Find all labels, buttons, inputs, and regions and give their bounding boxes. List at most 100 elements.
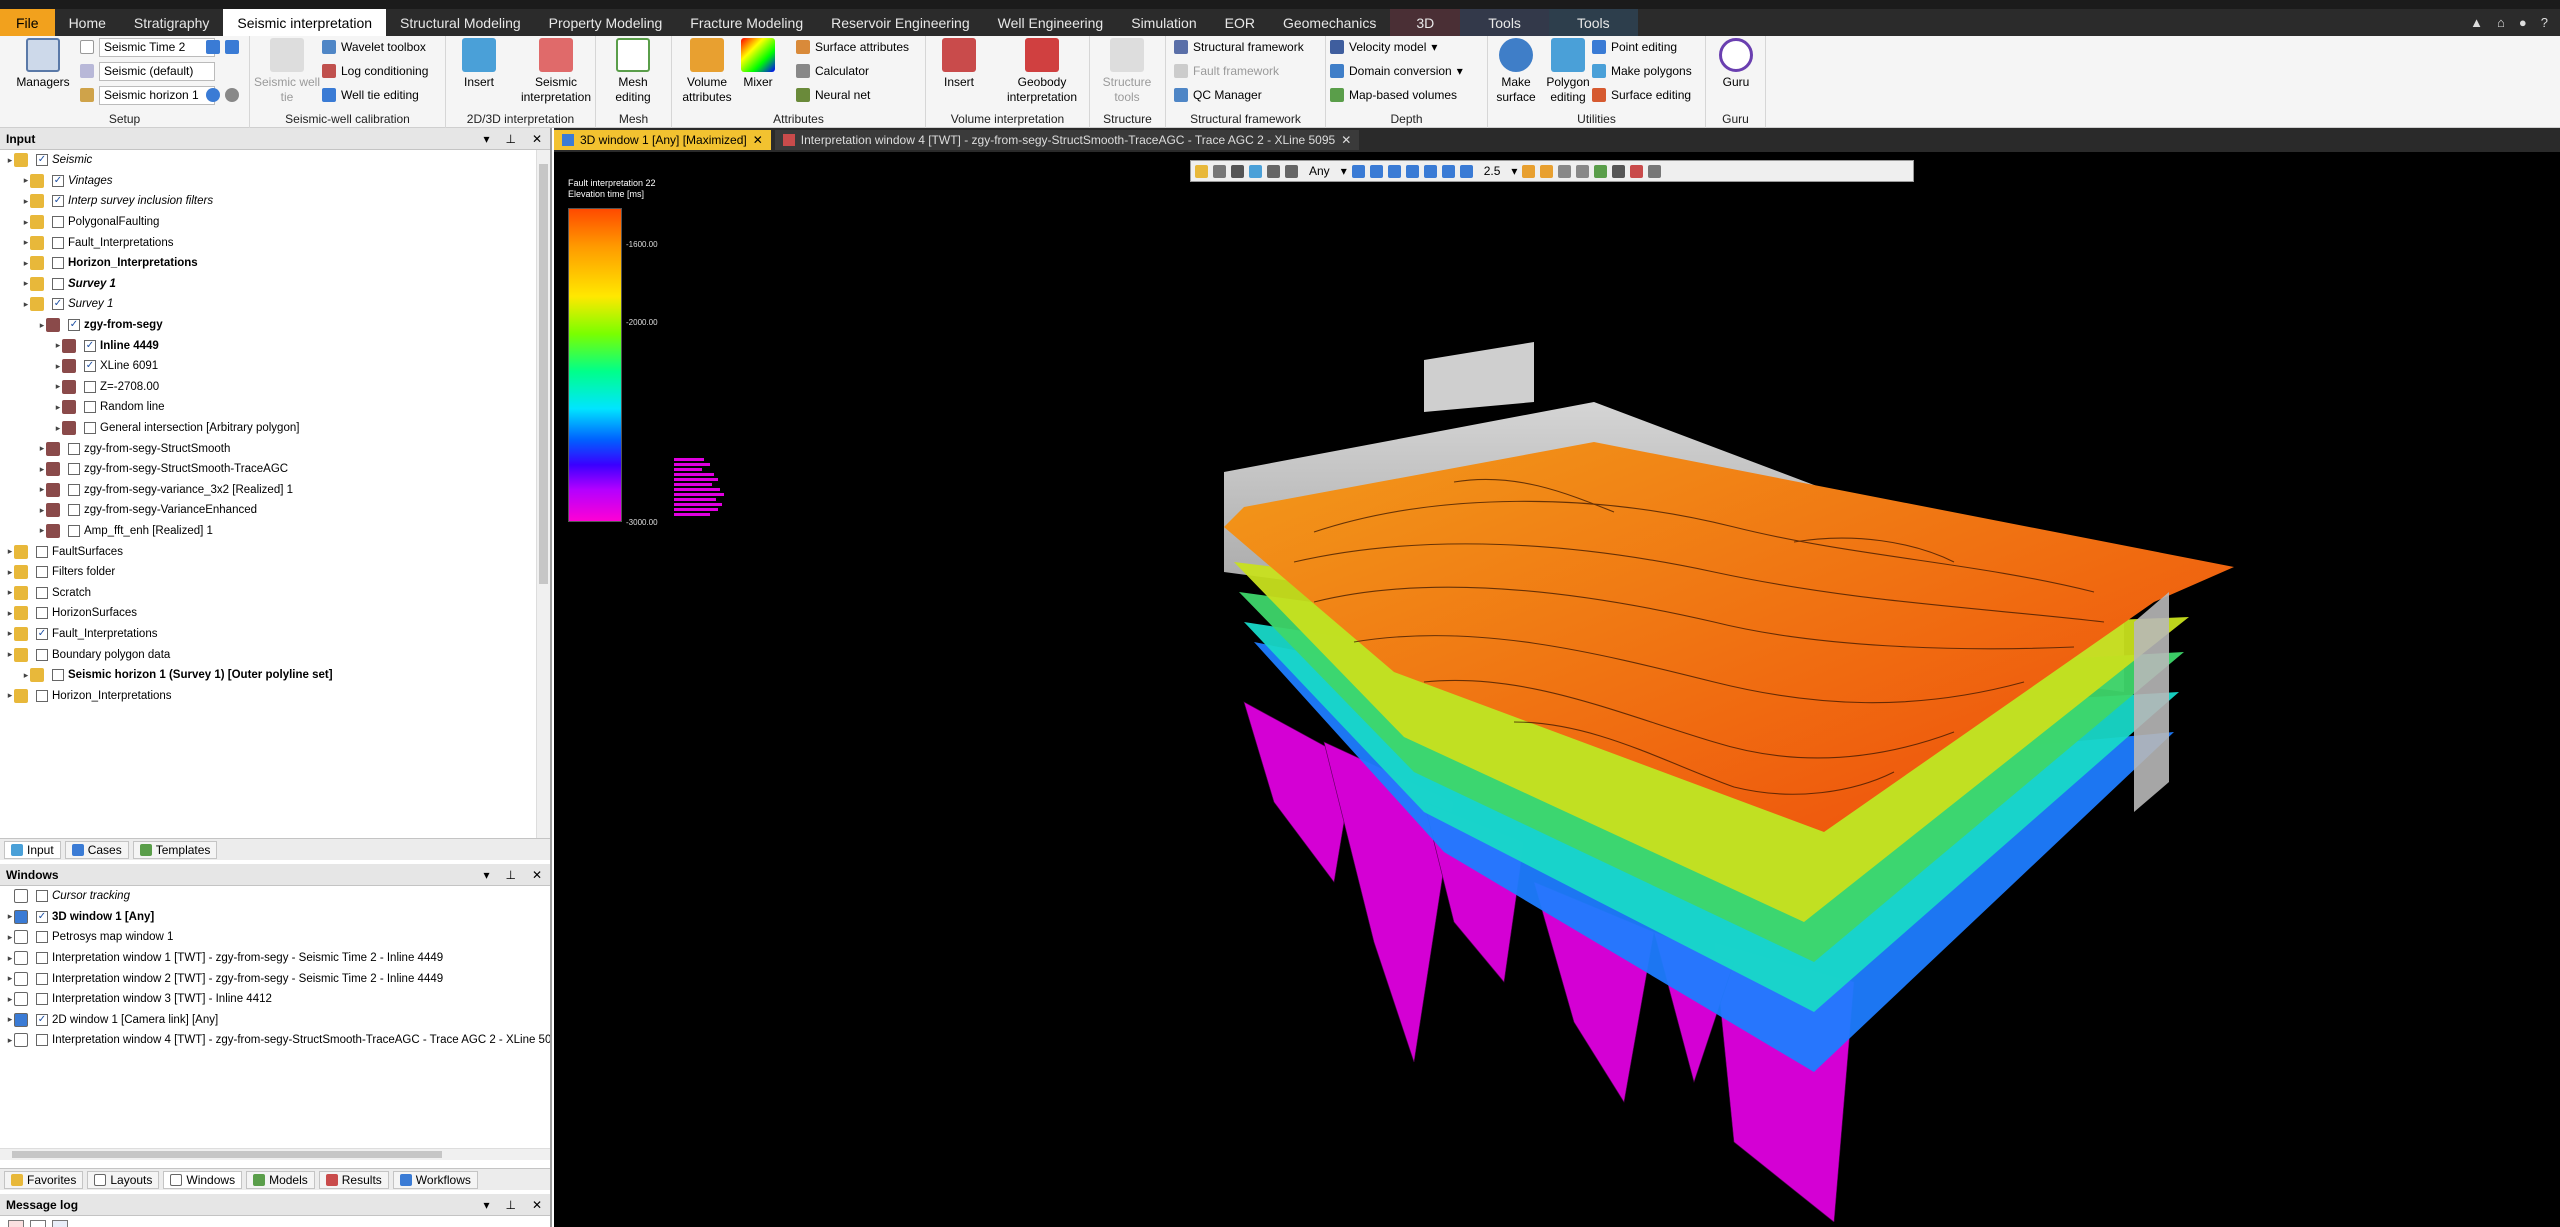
panel-menu-icon[interactable]: ▾ — [483, 1198, 489, 1212]
input-tree-item[interactable]: ▸ zgy-from-segy-StructSmooth — [0, 438, 536, 459]
managers-button[interactable]: Managers — [8, 38, 78, 90]
checkbox[interactable]: ✓ — [36, 154, 48, 167]
layer-icon[interactable] — [1249, 164, 1262, 178]
vertical-exaggeration-input[interactable]: 2.5 — [1478, 164, 1507, 178]
input-tree-item[interactable]: ▸ zgy-from-segy-variance_3x2 [Realized] 1 — [0, 480, 536, 501]
guru-button[interactable]: Guru — [1706, 38, 1766, 90]
pin-icon[interactable]: ⊥ — [505, 868, 515, 882]
checkbox[interactable]: ✓ — [36, 1013, 48, 1026]
checkbox[interactable]: ✓ — [84, 360, 96, 373]
view-front-icon[interactable] — [1387, 164, 1401, 178]
screenshot-icon[interactable] — [1612, 164, 1626, 178]
tab-interpretation-window-4[interactable]: Interpretation window 4 [TWT] - zgy-from… — [774, 130, 1360, 150]
point-editing-button[interactable]: Point editing — [1592, 36, 1677, 58]
expand-icon[interactable]: ▸ — [22, 670, 30, 681]
help-icon[interactable]: ? — [2541, 15, 2548, 30]
checkbox[interactable] — [84, 401, 96, 414]
checkbox[interactable] — [36, 648, 48, 661]
window-list-item[interactable]: ▸ Interpretation window 1 [TWT] - zgy-fro… — [0, 948, 550, 969]
menu-tab-3d[interactable]: 3D — [1390, 9, 1461, 36]
checkbox[interactable]: ✓ — [68, 319, 80, 332]
menu-tab-fracture-modeling[interactable]: Fracture Modeling — [676, 9, 817, 36]
input-tree-item[interactable]: ▸ ✓ Survey 1 — [0, 294, 536, 315]
checkbox[interactable] — [36, 566, 48, 579]
checkbox[interactable] — [84, 380, 96, 393]
insert-interpretation-button[interactable]: Insert — [446, 38, 512, 90]
grid-icon[interactable] — [1594, 164, 1608, 178]
expand-icon[interactable]: ▸ — [6, 546, 14, 557]
vertical-exaggeration-icon[interactable] — [1459, 164, 1473, 178]
expand-icon[interactable]: ▸ — [22, 278, 30, 289]
checkbox[interactable] — [36, 890, 48, 903]
checkbox[interactable]: ✓ — [36, 910, 48, 923]
checkbox[interactable] — [52, 277, 64, 290]
expand-icon[interactable]: ▸ — [38, 505, 46, 516]
view-top-icon[interactable] — [1369, 164, 1383, 178]
expand-icon[interactable]: ▸ — [6, 628, 14, 639]
tab-templates[interactable]: Templates — [132, 840, 218, 859]
calculator-button[interactable]: Calculator — [796, 60, 869, 82]
input-tree-item[interactable]: ▸ ✓ Vintages — [0, 171, 536, 192]
camera-icon[interactable] — [1195, 164, 1208, 178]
input-tree-item[interactable]: ▸ Horizon_Interpretations — [0, 253, 536, 274]
expand-icon[interactable]: ▸ — [6, 690, 14, 701]
checkbox[interactable] — [36, 993, 48, 1006]
home-view-icon[interactable] — [1351, 164, 1365, 178]
input-tree-item[interactable]: ▸ General intersection [Arbitrary polygon… — [0, 418, 536, 439]
log-conditioning-button[interactable]: Log conditioning — [322, 60, 428, 82]
menu-tab-eor[interactable]: EOR — [1211, 9, 1269, 36]
expand-icon[interactable]: ▸ — [54, 402, 62, 413]
input-tree-item[interactable]: ▸ zgy-from-segy-VarianceEnhanced — [0, 500, 536, 521]
make-polygons-button[interactable]: Make polygons — [1592, 60, 1692, 82]
window-list-item[interactable]: ▸ Interpretation window 4 [TWT] - zgy-fro… — [0, 1030, 550, 1051]
tab-favorites[interactable]: Favorites — [4, 1170, 84, 1189]
input-tree-item[interactable]: ▸ ✓ Interp survey inclusion filters — [0, 191, 536, 212]
input-tree-item[interactable]: ▸ ✓ Inline 4449 — [0, 335, 536, 356]
clear-log-icon[interactable] — [8, 1220, 24, 1227]
rotate-icon[interactable] — [1441, 164, 1455, 178]
expand-icon[interactable]: ▸ — [6, 994, 14, 1005]
insert-volume-button[interactable]: Insert — [926, 38, 992, 90]
input-tree-item[interactable]: ▸ ✓ zgy-from-segy — [0, 315, 536, 336]
menu-tab-seismic-interpretation[interactable]: Seismic interpretation — [223, 9, 387, 36]
seismic-interpretation-button[interactable]: Seismic interpretation — [516, 38, 596, 105]
neural-net-button[interactable]: Neural net — [796, 84, 870, 106]
setup-quick-icons[interactable] — [206, 36, 239, 58]
home-icon[interactable]: ⌂ — [2497, 15, 2505, 30]
menu-tab-stratigraphy[interactable]: Stratigraphy — [120, 9, 223, 36]
checkbox[interactable]: ✓ — [84, 339, 96, 352]
checkbox[interactable] — [68, 524, 80, 537]
structure-tools-button[interactable]: Structure tools — [1094, 38, 1160, 105]
expand-icon[interactable]: ▸ — [6, 155, 14, 166]
menu-tab-home[interactable]: Home — [55, 9, 120, 36]
menu-tab-reservoir-engineering[interactable]: Reservoir Engineering — [817, 9, 984, 36]
copy-log-icon[interactable] — [30, 1220, 46, 1227]
close-tab-icon[interactable]: ✕ — [1341, 133, 1351, 147]
domain-select[interactable]: Any — [1303, 164, 1336, 178]
mixer-button[interactable]: Mixer — [734, 38, 782, 90]
background-icon[interactable] — [1540, 164, 1554, 178]
tab-3d-window-1[interactable]: 3D window 1 [Any] [Maximized] ✕ — [554, 130, 771, 150]
3d-viewer[interactable]: Any ▾ 2.5 ▾ Fault interpretation 22 Elevat… — [554, 152, 2560, 1227]
input-tree-item[interactable]: ▸ Seismic horizon 1 (Survey 1) [Outer pol… — [0, 665, 536, 686]
tab-layouts[interactable]: Layouts — [87, 1170, 160, 1189]
window-list-item[interactable]: Cursor tracking — [0, 886, 550, 907]
close-icon[interactable]: ✕ — [532, 868, 542, 882]
checkbox[interactable] — [36, 586, 48, 599]
input-tree-item[interactable]: ▸ PolygonalFaulting — [0, 212, 536, 233]
velocity-model-button[interactable]: Velocity model ▾ — [1330, 36, 1437, 58]
user-icon[interactable]: ● — [2519, 15, 2527, 30]
windows-hscrollbar[interactable] — [0, 1148, 550, 1160]
measure-icon[interactable] — [1285, 164, 1298, 178]
fit-icon[interactable] — [1423, 164, 1437, 178]
expand-icon[interactable]: ▸ — [6, 1035, 14, 1046]
input-tree-item[interactable]: ▸ Random line — [0, 397, 536, 418]
well-tie-editing-button[interactable]: Well tie editing — [322, 84, 419, 106]
mesh-editing-button[interactable]: Mesh editing — [600, 38, 666, 105]
checkbox[interactable] — [52, 669, 64, 682]
setup-quick-icons-2[interactable] — [206, 84, 239, 106]
polygon-editing-button[interactable]: Polygon editing — [1540, 38, 1596, 105]
checkbox[interactable] — [84, 422, 96, 435]
expand-icon[interactable]: ▸ — [6, 1014, 14, 1025]
input-tree-item[interactable]: ▸ zgy-from-segy-StructSmooth-TraceAGC — [0, 459, 536, 480]
